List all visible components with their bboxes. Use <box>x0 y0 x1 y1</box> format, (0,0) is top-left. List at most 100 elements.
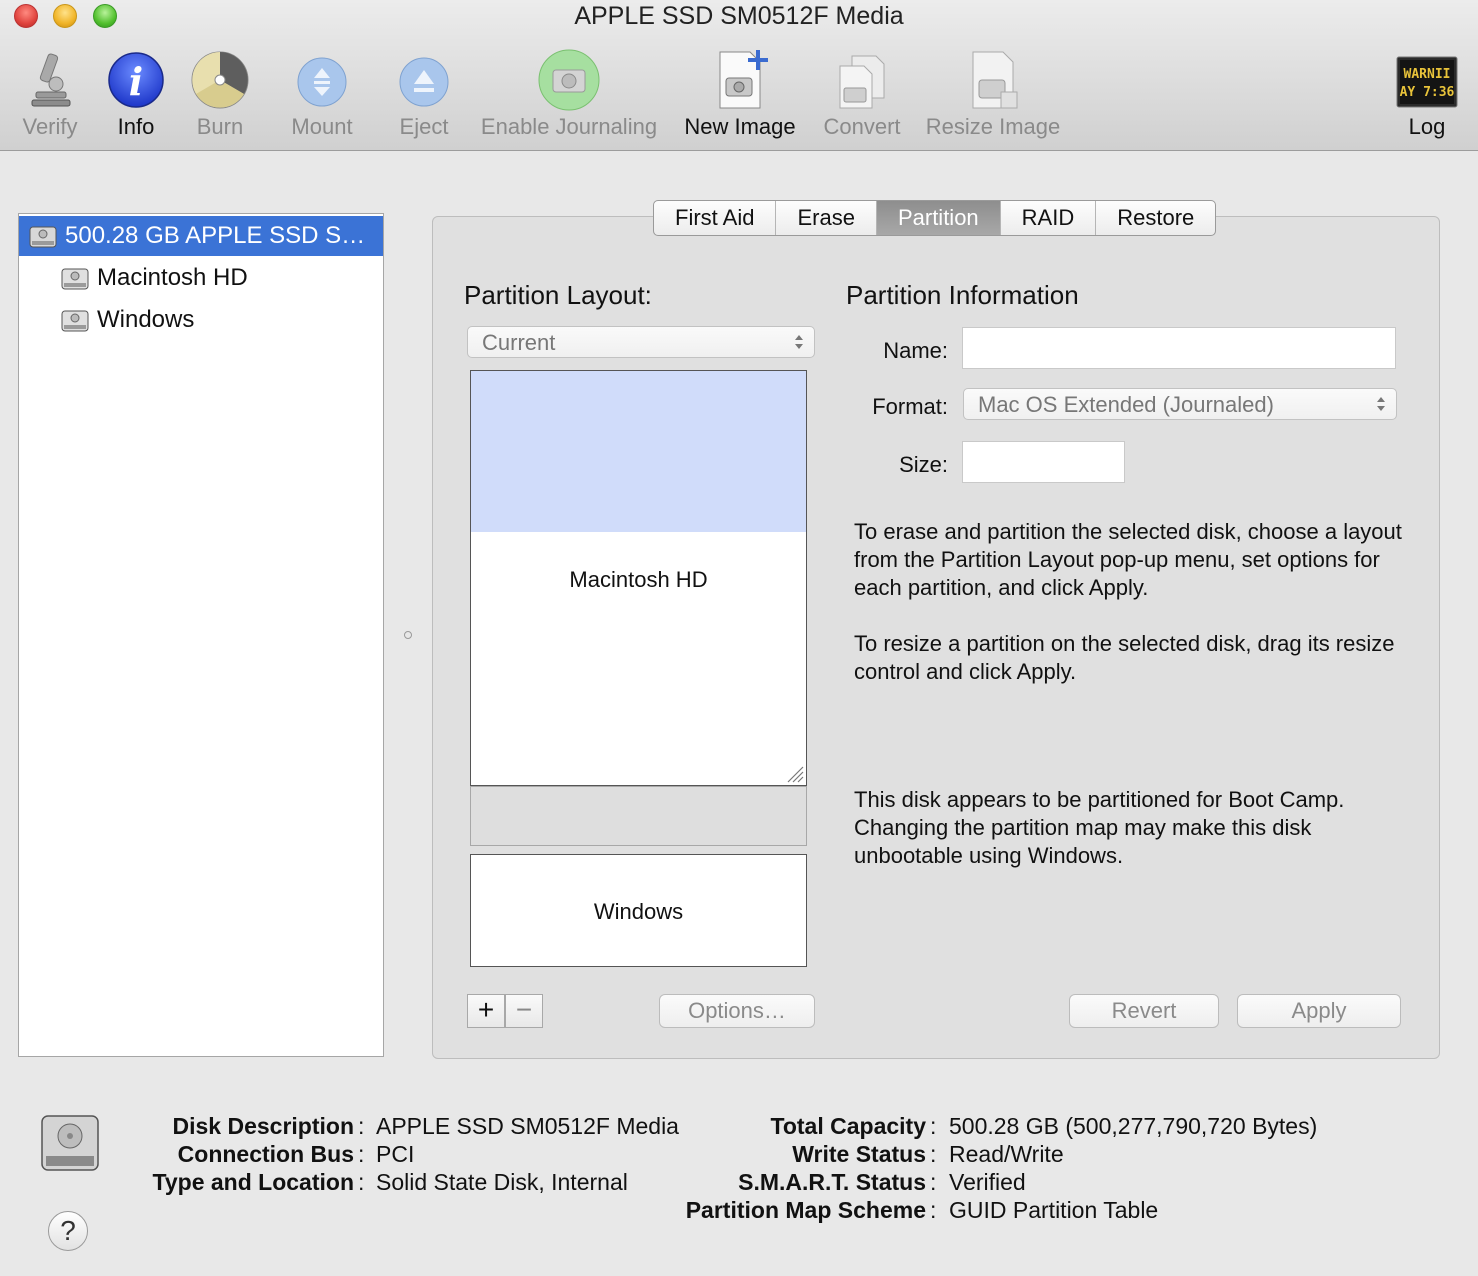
resize-image-icon <box>972 51 1018 109</box>
type-and-location-key: Type and Location <box>152 1169 354 1195</box>
format-popup[interactable]: Mac OS Extended (Journaled) <box>963 388 1397 420</box>
write-status-key: Write Status <box>792 1141 926 1167</box>
partition-block-macintosh-hd[interactable]: Macintosh HD <box>470 370 807 786</box>
bootcamp-warning-text: This disk appears to be partitioned for … <box>854 787 1345 868</box>
microscope-icon <box>31 53 71 107</box>
convert-button[interactable]: Convert <box>816 48 908 148</box>
sidebar-item-disk[interactable]: 500.28 GB APPLE SSD S… <box>19 216 383 256</box>
key-value-separator: : <box>358 1113 365 1139</box>
disk-description-value: APPLE SSD SM0512F Media <box>376 1113 679 1139</box>
partition-layout-heading: Partition Layout: <box>464 280 652 310</box>
eject-label: Eject <box>399 114 449 139</box>
eject-button[interactable]: Eject <box>384 48 464 148</box>
partition-name: Macintosh HD <box>569 567 708 592</box>
partition-layout-value: Current <box>482 330 556 355</box>
burn-label: Burn <box>196 114 244 139</box>
tab-partition[interactable]: Partition <box>876 201 1001 235</box>
sidebar-item-windows[interactable]: Windows <box>19 300 383 340</box>
options-button[interactable]: Options… <box>659 994 815 1028</box>
titlebar: APPLE SSD SM0512F Media Verify i Info Bu… <box>0 0 1478 151</box>
tab-restore[interactable]: Restore <box>1096 201 1215 235</box>
partition-information-heading: Partition Information <box>846 280 1079 310</box>
new-image-label: New Image <box>684 114 796 139</box>
connection-bus-value: PCI <box>376 1141 415 1167</box>
tab-raid[interactable]: RAID <box>1001 201 1097 235</box>
format-label: Format: <box>872 394 948 419</box>
svg-text:i: i <box>129 59 143 104</box>
sidebar-item-label: 500.28 GB APPLE SSD S… <box>65 222 366 249</box>
disk-list[interactable]: 500.28 GB APPLE SSD S… Macintosh HD Wind… <box>18 213 384 1057</box>
apply-button[interactable]: Apply <box>1237 994 1401 1028</box>
type-and-location-value: Solid State Disk, Internal <box>376 1169 628 1195</box>
format-value: Mac OS Extended (Journaled) <box>978 392 1274 417</box>
burn-icon <box>191 51 249 109</box>
journaling-icon <box>538 49 600 111</box>
key-value-separator: : <box>930 1113 937 1139</box>
total-capacity-value: 500.28 GB (500,277,790,720 Bytes) <box>949 1113 1318 1139</box>
revert-button[interactable]: Revert <box>1069 994 1219 1028</box>
popup-arrows-icon <box>1377 397 1385 411</box>
disk-description-key: Disk Description <box>172 1113 355 1139</box>
log-display-line2: AY 7:36 <box>1400 85 1455 100</box>
partition-map-scheme-value: GUID Partition Table <box>949 1197 1159 1223</box>
log-console-icon: WARNII AY 7:36 <box>1396 56 1458 108</box>
resize-help-text: To resize a partition on the selected di… <box>854 631 1395 684</box>
mount-button[interactable]: Mount <box>282 48 362 148</box>
enable-journaling-button[interactable]: Enable Journaling <box>474 48 664 148</box>
key-value-separator: : <box>930 1197 937 1223</box>
help-button[interactable]: ? <box>48 1211 88 1251</box>
volume-icon <box>61 310 89 332</box>
write-status-value: Read/Write <box>949 1141 1064 1167</box>
info-button[interactable]: i Info <box>96 48 176 148</box>
resize-image-button[interactable]: Resize Image <box>922 48 1064 148</box>
resize-image-label: Resize Image <box>925 114 1061 139</box>
size-field[interactable] <box>962 441 1125 483</box>
convert-icon <box>839 55 885 109</box>
remove-partition-button[interactable]: − <box>505 994 543 1028</box>
hard-disk-icon <box>29 226 57 248</box>
partition-map: Macintosh HD Windows <box>470 370 807 967</box>
key-value-separator: : <box>930 1169 937 1195</box>
mount-icon <box>297 57 347 107</box>
smart-status-key: S.M.A.R.T. Status <box>738 1169 926 1195</box>
total-capacity-key: Total Capacity <box>770 1113 927 1139</box>
convert-label: Convert <box>823 114 901 139</box>
sidebar-item-label: Macintosh HD <box>97 264 248 291</box>
connection-bus-key: Connection Bus <box>177 1141 354 1167</box>
partition-layout-popup[interactable]: Current <box>467 326 815 358</box>
new-image-button[interactable]: New Image <box>680 48 800 148</box>
info-label: Info <box>117 114 155 139</box>
free-space-block <box>470 786 807 846</box>
name-field[interactable] <box>962 327 1396 369</box>
name-label: Name: <box>883 338 948 363</box>
popup-arrows-icon <box>795 335 803 349</box>
verify-label: Verify <box>22 114 78 139</box>
new-image-icon <box>719 50 768 109</box>
sidebar-item-label: Windows <box>97 306 195 333</box>
tab-erase[interactable]: Erase <box>776 201 877 235</box>
size-label: Size: <box>899 452 948 477</box>
log-display-line1: WARNII <box>1404 67 1451 82</box>
resize-handle-icon[interactable] <box>784 763 804 783</box>
key-value-separator: : <box>930 1141 937 1167</box>
log-button[interactable]: WARNII AY 7:36 Log <box>1392 48 1462 148</box>
used-space-indicator <box>471 371 806 533</box>
burn-button[interactable]: Burn <box>180 48 260 148</box>
volume-icon <box>61 268 89 290</box>
tab-bar: First Aid Erase Partition RAID Restore <box>653 200 1217 236</box>
mount-label: Mount <box>291 114 353 139</box>
smart-status-value: Verified <box>949 1169 1026 1195</box>
window-title: APPLE SSD SM0512F Media <box>574 2 904 30</box>
partition-map-scheme-key: Partition Map Scheme <box>685 1197 926 1223</box>
disk-info-drive-icon <box>41 1115 99 1171</box>
eject-icon <box>399 57 449 107</box>
add-partition-button[interactable]: + <box>467 994 505 1028</box>
info-icon: i <box>108 52 164 108</box>
partition-block-windows[interactable]: Windows <box>470 854 807 967</box>
enable-journaling-label: Enable Journaling <box>480 114 658 139</box>
split-view-handle[interactable] <box>404 631 412 639</box>
partition-name: Windows <box>593 899 684 924</box>
verify-button[interactable]: Verify <box>10 48 90 148</box>
tab-first-aid[interactable]: First Aid <box>654 201 777 235</box>
sidebar-item-macintosh-hd[interactable]: Macintosh HD <box>19 258 383 298</box>
